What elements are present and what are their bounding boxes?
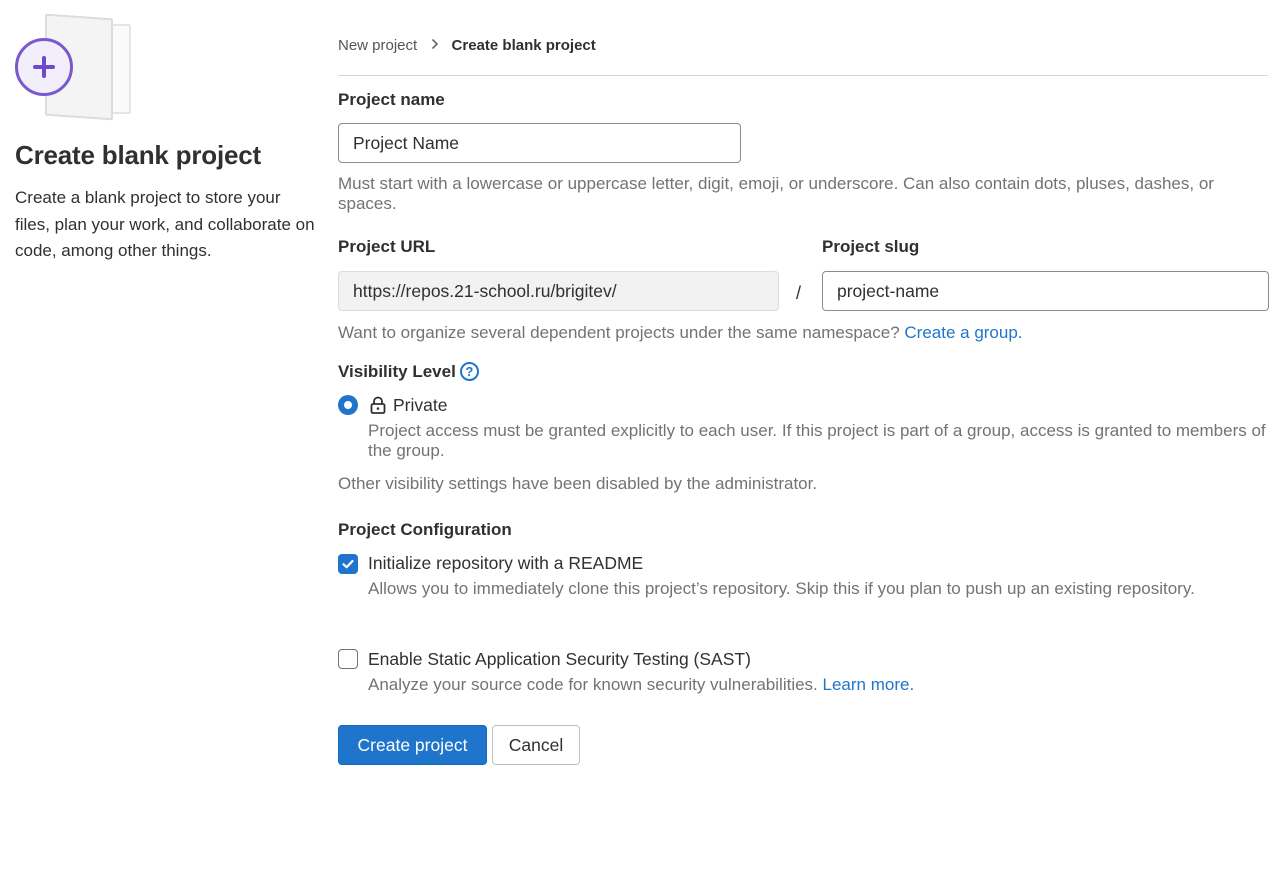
project-url-label: Project URL	[338, 237, 436, 256]
create-project-button[interactable]: Create project	[338, 725, 487, 765]
cancel-button[interactable]: Cancel	[492, 725, 580, 765]
sast-label[interactable]: Enable Static Application Security Testi…	[368, 649, 751, 670]
blank-project-illustration	[15, 13, 131, 121]
visibility-level-label: Visibility Level?	[338, 362, 479, 382]
lock-icon	[370, 396, 386, 414]
header-divider	[338, 75, 1268, 76]
private-option-description: Project access must be granted explicitl…	[368, 421, 1266, 460]
question-circle-icon[interactable]: ?	[459, 362, 479, 381]
readme-checkbox[interactable]	[338, 554, 358, 574]
visibility-level-text: Visibility Level	[338, 362, 456, 381]
checkmark-icon	[342, 559, 354, 569]
project-slug-input[interactable]: project-name	[822, 271, 1269, 311]
private-radio[interactable]	[338, 395, 358, 415]
project-url-namespace[interactable]: https://repos.21-school.ru/brigitev/	[338, 271, 779, 311]
sast-description-text: Analyze your source code for known secur…	[368, 675, 818, 694]
breadcrumb-current: Create blank project	[451, 37, 596, 54]
breadcrumb: New project Create blank project	[338, 37, 596, 54]
visibility-disabled-note: Other visibility settings have been disa…	[338, 474, 818, 493]
sast-checkbox[interactable]	[338, 649, 358, 669]
learn-more-link[interactable]: Learn more.	[823, 675, 915, 694]
page-description: Create a blank project to store your fil…	[15, 188, 315, 260]
project-slug-label: Project slug	[822, 237, 920, 256]
group-hint: Want to organize several dependent proje…	[338, 323, 1023, 343]
project-configuration-label: Project Configuration	[338, 520, 512, 539]
project-name-label: Project name	[338, 90, 445, 109]
private-option-label[interactable]: Private	[393, 395, 447, 416]
plus-circle-icon	[15, 38, 73, 96]
project-name-help: Must start with a lowercase or uppercase…	[338, 174, 1214, 213]
readme-description: Allows you to immediately clone this pro…	[368, 579, 1195, 598]
group-hint-text: Want to organize several dependent proje…	[338, 323, 900, 342]
url-separator: /	[796, 283, 802, 303]
left-panel: Create blank project Create a blank proj…	[15, 13, 315, 265]
page-title: Create blank project	[15, 140, 261, 170]
chevron-right-icon	[431, 37, 439, 53]
create-group-link[interactable]: Create a group.	[904, 323, 1022, 342]
readme-label[interactable]: Initialize repository with a README	[368, 553, 643, 574]
breadcrumb-new-project[interactable]: New project	[338, 37, 417, 54]
sast-description: Analyze your source code for known secur…	[368, 675, 914, 695]
project-name-input[interactable]: Project Name	[338, 123, 741, 163]
